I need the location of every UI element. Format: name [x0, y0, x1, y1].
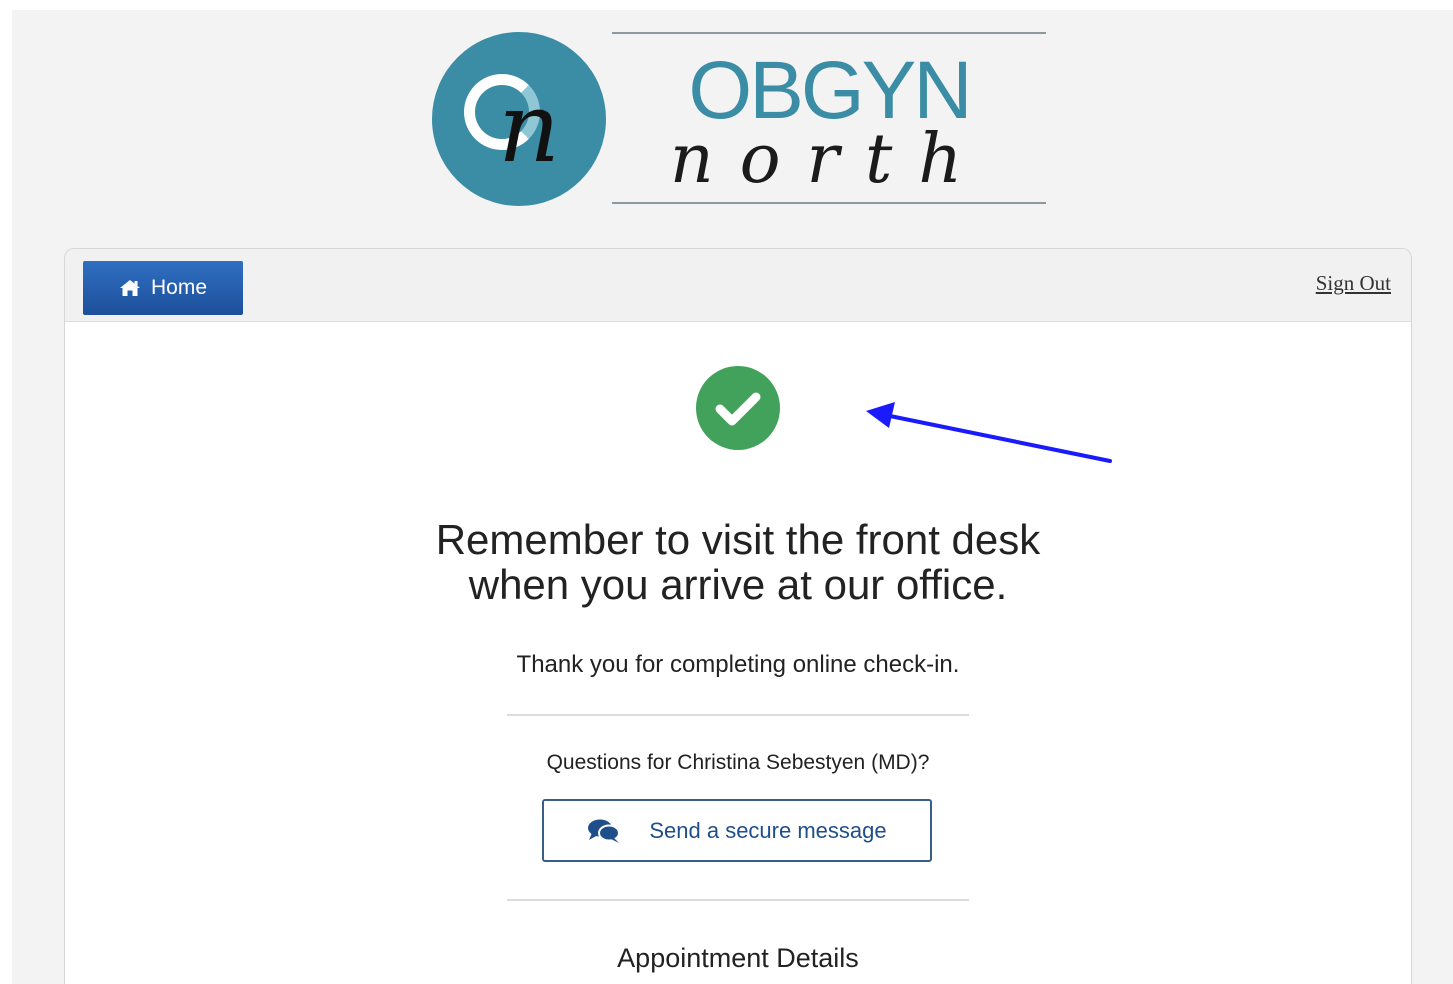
- navbar: Home Sign Out: [65, 249, 1411, 322]
- page-background: n OBGYN north Home Sign Out Remember to …: [12, 10, 1453, 984]
- headline-line-2: when you arrive at our office.: [468, 561, 1008, 608]
- appointment-details-heading: Appointment Details: [617, 943, 859, 973]
- check-circle-icon: [696, 366, 780, 450]
- logo-subbrand: north: [669, 120, 989, 199]
- divider: [507, 714, 969, 716]
- divider: [507, 899, 969, 901]
- send-secure-message-button[interactable]: Send a secure message: [542, 799, 932, 862]
- thank-you-text: Thank you for completing online check-in…: [516, 651, 960, 678]
- obgyn-north-logo: n OBGYN north: [430, 30, 1050, 210]
- logo-rule-bottom: [612, 202, 1046, 204]
- home-icon: [119, 279, 141, 297]
- main-panel: Home Sign Out Remember to visit the fron…: [64, 248, 1412, 984]
- home-button-label: Home: [150, 276, 208, 299]
- home-button[interactable]: Home: [83, 261, 243, 315]
- chat-bubbles-icon: [587, 818, 621, 844]
- send-secure-message-label: Send a secure message: [649, 817, 887, 843]
- sign-out-link[interactable]: Sign Out: [1316, 271, 1391, 296]
- questions-text: Questions for Christina Sebestyen (MD)?: [546, 751, 930, 774]
- logo-circle: n: [432, 32, 606, 206]
- headline-line-1: Remember to visit the front desk: [435, 516, 1041, 563]
- logo-monogram: n: [498, 72, 560, 184]
- logo-rule-top: [612, 32, 1046, 34]
- confirmation-headline: Remember to visit the front desk when yo…: [338, 517, 1138, 607]
